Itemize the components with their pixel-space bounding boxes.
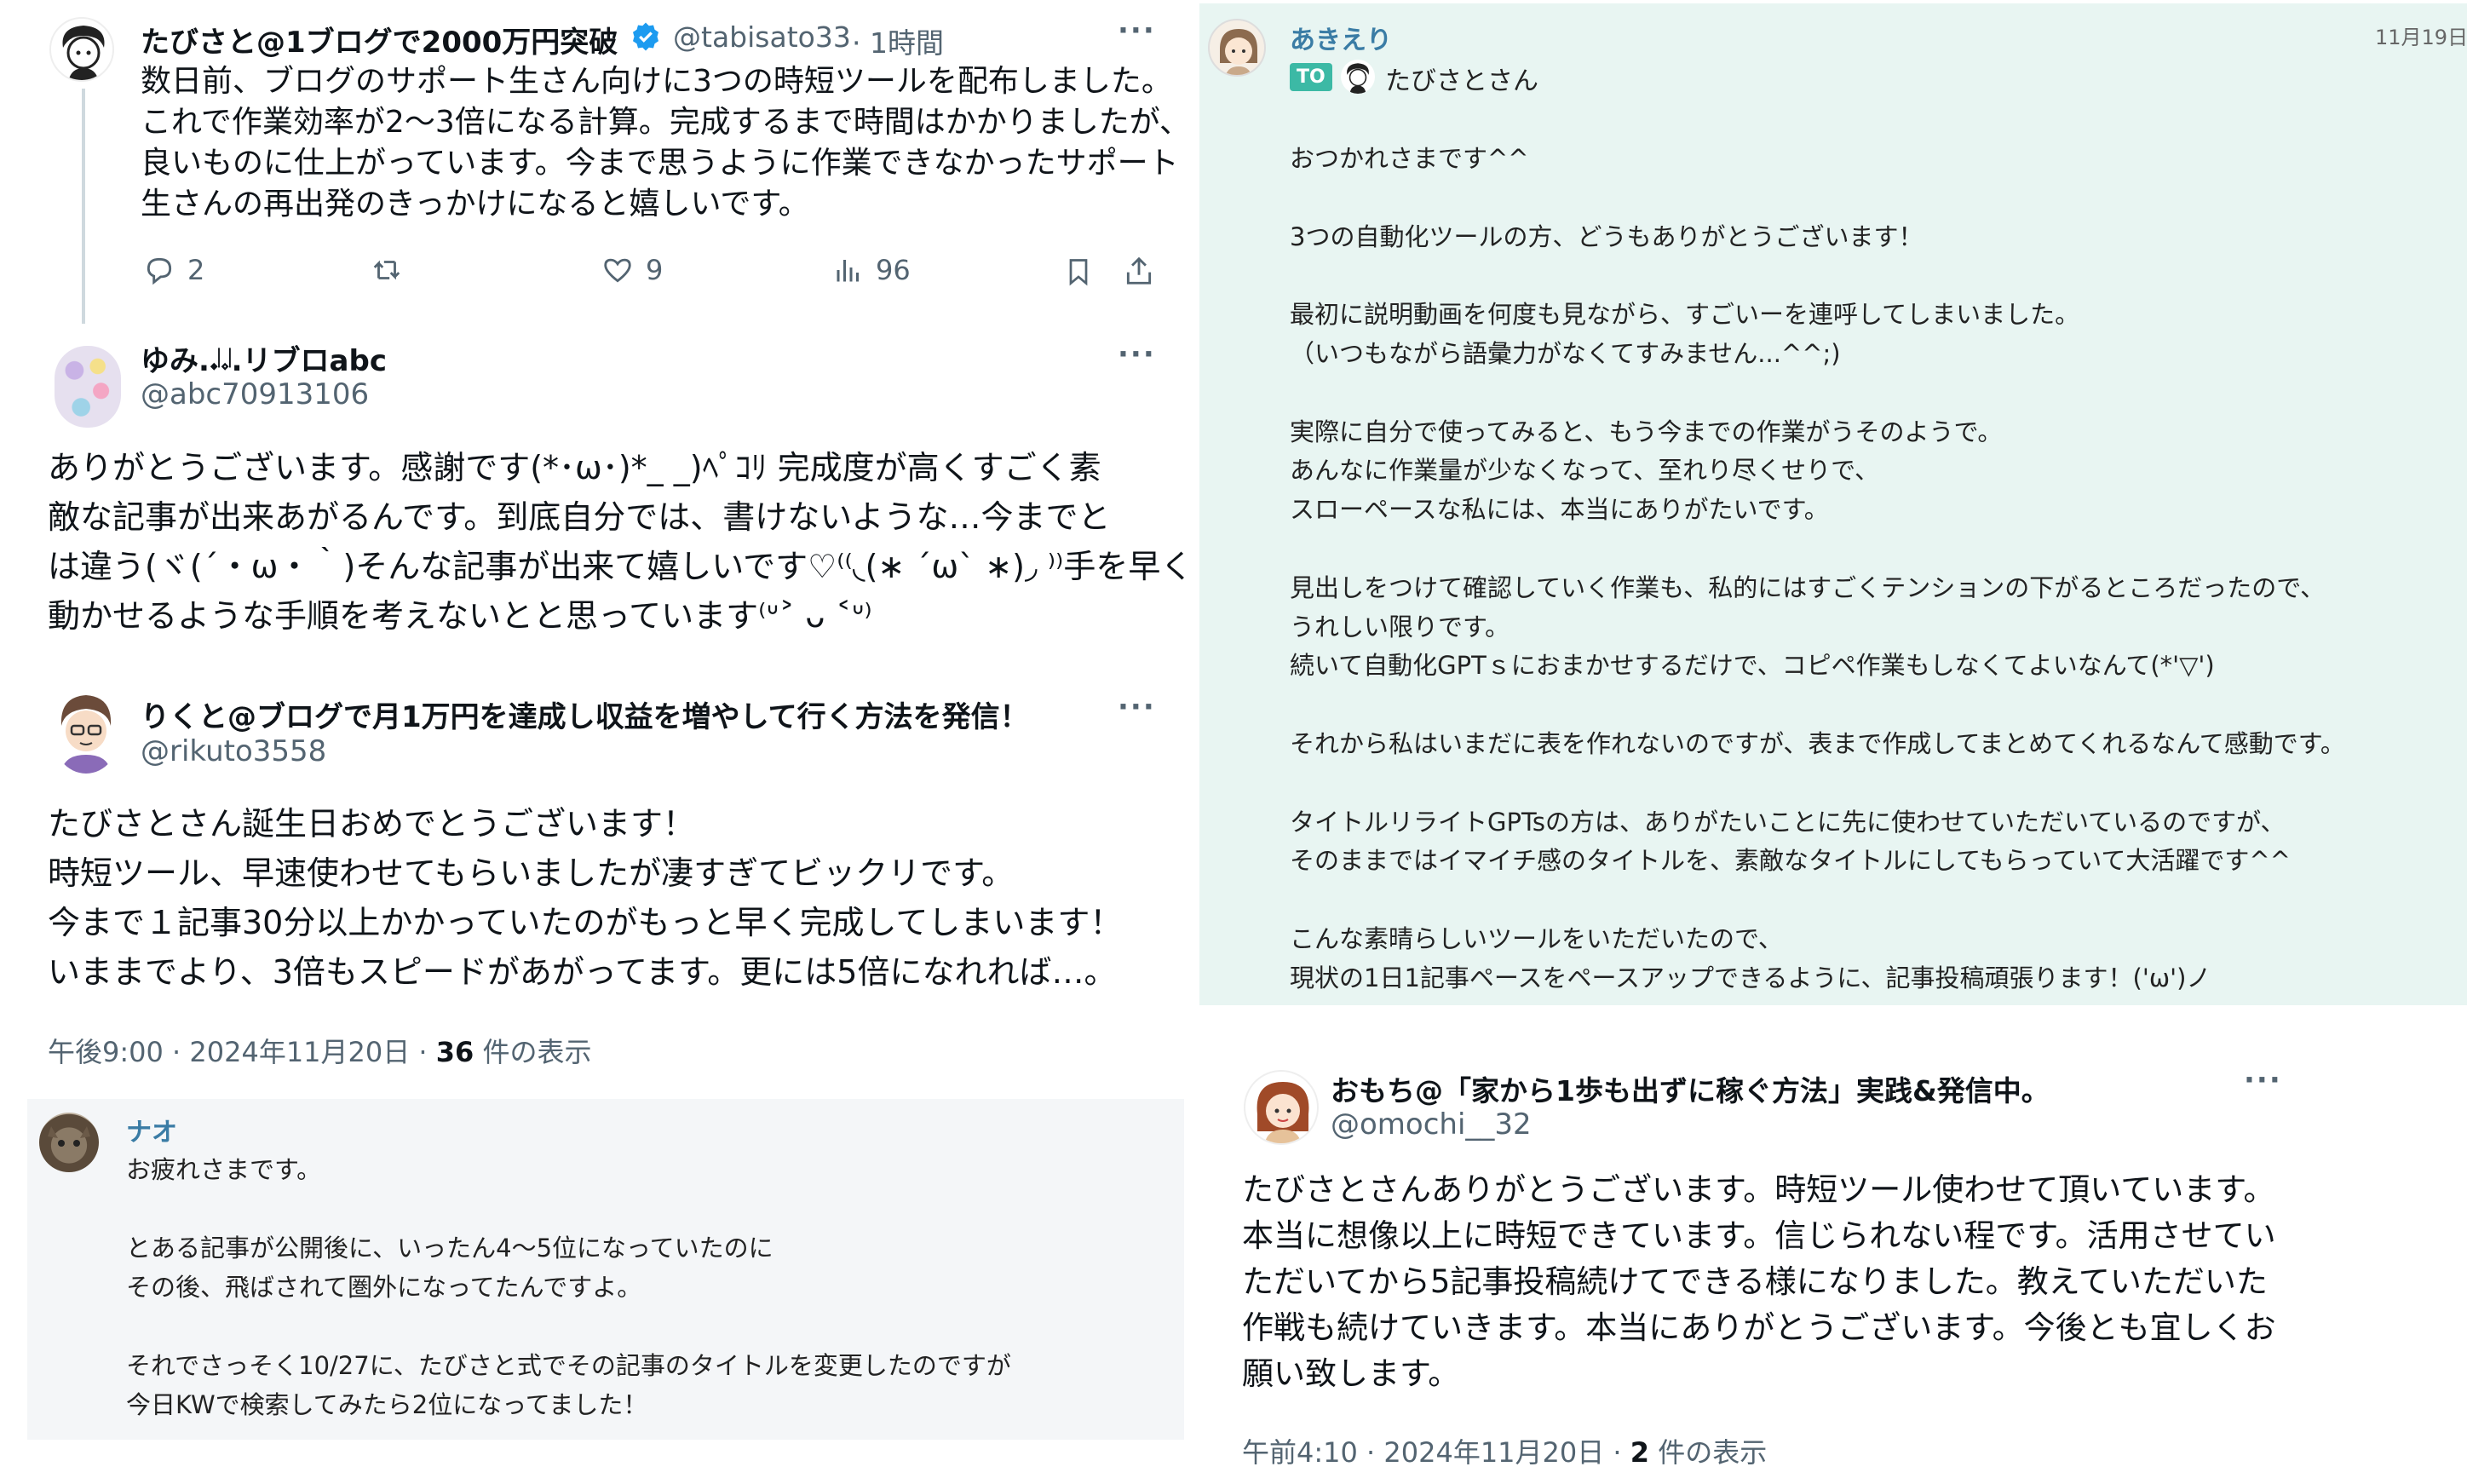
message-text: お疲れさまです。 とある記事が公開後に、いったん4〜5位になっていたのに その後… — [126, 1155, 1011, 1419]
reply-tweet: りくと@ブログで月1万円を達成し収益を増やして行く方法を発信！ @rikuto3… — [0, 682, 1193, 1082]
more-icon[interactable]: ··· — [1118, 14, 1156, 48]
verified-badge-icon — [630, 21, 661, 55]
message-date: 11月19日 — [2375, 26, 2467, 49]
post-meta: 午後9:00 · 2024年11月20日 · 36 件の表示 — [48, 1031, 592, 1070]
avatar[interactable] — [49, 17, 114, 82]
views-label: 件の表示 — [474, 1036, 592, 1068]
author-handle[interactable]: @abc70913106 — [141, 377, 369, 411]
sender-name[interactable]: ナオ — [126, 1111, 177, 1148]
avatar[interactable] — [55, 346, 121, 428]
reply-icon — [143, 254, 175, 286]
more-icon[interactable]: ··· — [2244, 1063, 2282, 1097]
tweet-text: たびさとさん誕生日おめでとうございます！ 時短ツール、早速使わせてもらいましたが… — [48, 805, 1123, 991]
like-button[interactable]: 9 — [601, 254, 663, 286]
reply-tweet: ゆみ.𝆺𝅥𝆹𝅥.リブロabc @abc70913106 ··· ありがとうござい… — [0, 324, 1193, 647]
avatar[interactable] — [39, 1113, 99, 1172]
like-count: 9 — [646, 254, 664, 286]
message-text: おつかれさまです^^ 3つの自動化ツールの方、どうもありがとうございます！ 最初… — [1290, 144, 2345, 992]
to-badge: TO — [1290, 63, 1332, 91]
sender-name[interactable]: あきえり — [1290, 19, 1392, 56]
bookmark-icon[interactable] — [1063, 256, 1094, 291]
avatar[interactable] — [51, 688, 121, 774]
author-handle[interactable]: @tabisato33 — [673, 20, 851, 54]
heart-icon — [601, 254, 634, 286]
post-timestamp[interactable]: 午後9:00 · 2024年11月20日 · — [48, 1036, 436, 1068]
author-handle[interactable]: @rikuto3558 — [141, 734, 326, 768]
author-name[interactable]: たびさと@1ブログで2000万円突破 — [141, 19, 618, 60]
views-label: 件の表示 — [1649, 1436, 1768, 1469]
author-name[interactable]: りくと@ブログで月1万円を達成し収益を増やして行く方法を発信！ — [141, 693, 1029, 735]
reply-tweet: おもち@「家から1歩も出ずに稼ぐ方法」実践&発信中。 @omochi__32 ·… — [1199, 1048, 2467, 1484]
post-time[interactable]: · 1時間 — [852, 20, 944, 61]
avatar[interactable] — [1244, 1070, 1319, 1145]
retweet-button[interactable] — [370, 254, 404, 286]
views-button[interactable]: 96 — [833, 254, 911, 286]
views-count: 2 — [1630, 1436, 1650, 1469]
analytics-icon — [833, 254, 864, 286]
reply-count: 2 — [187, 254, 205, 286]
tweet-text: たびさとさんありがとうございます。時短ツール使わせて頂いています。 本当に想像以… — [1242, 1171, 2276, 1392]
view-count: 96 — [876, 254, 911, 286]
author-handle[interactable]: @omochi__32 — [1331, 1107, 1532, 1142]
views-count: 36 — [435, 1036, 474, 1068]
to-recipient[interactable]: たびさとさん — [1385, 60, 1538, 97]
author-name[interactable]: おもち@「家から1歩も出ずに稼ぐ方法」実践&発信中。 — [1331, 1068, 2050, 1109]
post-timestamp[interactable]: 午前4:10 · 2024年11月20日 · — [1242, 1436, 1630, 1469]
avatar[interactable] — [1208, 19, 1266, 77]
thread-line — [82, 89, 85, 324]
tweet-text: 数日前、ブログのサポート生さん向けに3つの時短ツールを配布しました。 これで作業… — [141, 64, 1191, 221]
more-icon[interactable]: ··· — [1118, 690, 1156, 724]
to-avatar-icon — [1341, 60, 1375, 94]
more-icon[interactable]: ··· — [1118, 337, 1156, 371]
chat-message-nao: ナオ お疲れさまです。 とある記事が公開後に、いったん4〜5位になっていたのに … — [27, 1099, 1184, 1440]
tweet-main: たびさと@1ブログで2000万円突破 @tabisato33 · 1時間 ···… — [0, 0, 1193, 324]
retweet-icon — [370, 254, 404, 286]
reply-button[interactable]: 2 — [143, 254, 204, 286]
chat-message-akieri: あきえり 11月19日 TO たびさとさん おつかれさまです^^ 3つの自動化ツ… — [1199, 3, 2467, 1005]
author-name[interactable]: ゆみ.𝆺𝅥𝆹𝅥.リブロabc — [141, 337, 387, 379]
share-icon[interactable] — [1123, 254, 1155, 291]
post-meta: 午前4:10 · 2024年11月20日 · 2 件の表示 — [1242, 1431, 1767, 1470]
tweet-text: ありがとうございます。感謝です(*･ω･)*_ _)ﾍﾟｺﾘ 完成度が高くすごく… — [48, 449, 1193, 635]
